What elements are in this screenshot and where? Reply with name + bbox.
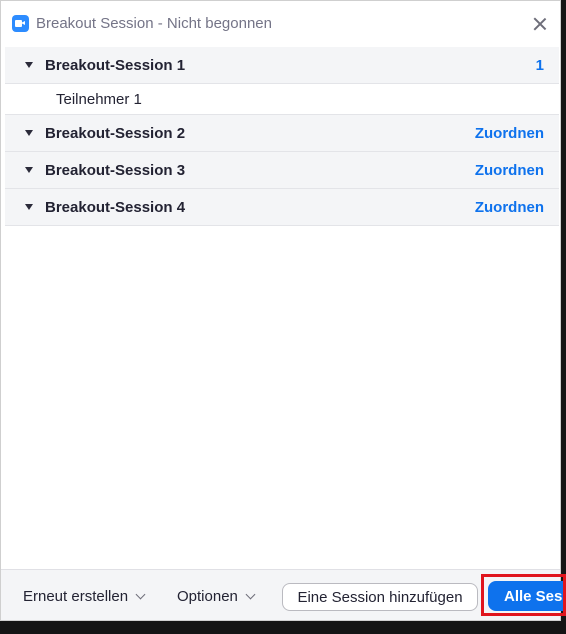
highlight-box: Alle Ses <box>481 574 566 616</box>
participant-row[interactable]: Teilnehmer 1 <box>5 84 559 115</box>
add-session-button[interactable]: Eine Session hinzufügen <box>282 583 478 611</box>
recreate-label: Erneut erstellen <box>23 588 129 605</box>
recreate-menu-button[interactable]: Erneut erstellen <box>23 588 146 605</box>
session-header-4[interactable]: Breakout-Session 4 Zuordnen <box>5 189 559 226</box>
zoom-camera-icon <box>12 15 29 32</box>
caret-down-icon <box>25 130 33 136</box>
background-edge <box>0 621 566 634</box>
assign-button[interactable]: Zuordnen <box>475 199 544 216</box>
background-edge <box>561 0 566 634</box>
window-title: Breakout Session - Nicht begonnen <box>36 15 272 32</box>
caret-down-icon <box>25 62 33 68</box>
session-name: Breakout-Session 3 <box>45 161 186 179</box>
chevron-down-icon <box>135 589 146 600</box>
close-icon[interactable] <box>529 13 551 35</box>
chevron-down-icon <box>245 589 256 600</box>
session-list: Breakout-Session 1 1 Teilnehmer 1 Breako… <box>5 47 559 226</box>
options-menu-button[interactable]: Optionen <box>177 588 256 605</box>
session-header-2[interactable]: Breakout-Session 2 Zuordnen <box>5 115 559 152</box>
session-name: Breakout-Session 4 <box>45 198 186 216</box>
session-name: Breakout-Session 1 <box>45 56 186 74</box>
participant-name: Teilnehmer 1 <box>56 91 142 108</box>
breakout-session-window: Breakout Session - Nicht begonnen Breako… <box>0 0 561 621</box>
session-name: Breakout-Session 2 <box>45 124 186 142</box>
session-header-3[interactable]: Breakout-Session 3 Zuordnen <box>5 152 559 189</box>
caret-down-icon <box>25 167 33 173</box>
footer-toolbar: Erneut erstellen Optionen Eine Session h… <box>1 569 560 620</box>
caret-down-icon <box>25 204 33 210</box>
options-label: Optionen <box>177 588 238 605</box>
open-all-sessions-button[interactable]: Alle Ses <box>488 581 563 611</box>
assign-button[interactable]: Zuordnen <box>475 125 544 142</box>
title-bar: Breakout Session - Nicht begonnen <box>1 1 560 46</box>
assign-button[interactable]: Zuordnen <box>475 162 544 179</box>
session-header-1[interactable]: Breakout-Session 1 1 <box>5 47 559 84</box>
participant-count: 1 <box>535 56 544 74</box>
